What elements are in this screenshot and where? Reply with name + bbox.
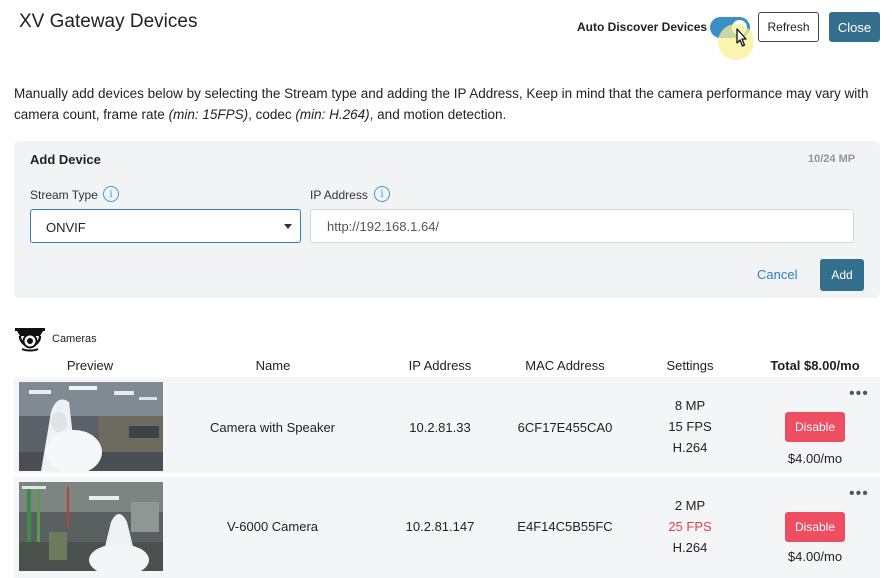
column-header-preview: Preview <box>66 358 114 373</box>
camera-name: V-6000 Camera <box>226 519 319 534</box>
column-header-mac: MAC Address <box>525 358 605 373</box>
disable-button[interactable]: Disable <box>785 412 845 442</box>
camera-price: $4.00/mo <box>787 549 843 564</box>
codec-hint: (min: H.264) <box>295 107 370 122</box>
more-options-icon[interactable]: ••• <box>849 385 869 403</box>
fps-hint: (min: 15FPS) <box>168 107 249 122</box>
camera-ip: 10.2.81.33 <box>409 420 471 435</box>
dome-camera-icon <box>15 328 45 352</box>
camera-codec: H.264 <box>672 540 708 555</box>
cancel-button[interactable]: Cancel <box>757 267 797 282</box>
camera-ip: 10.2.81.147 <box>405 519 475 534</box>
column-header-ip: IP Address <box>408 358 472 373</box>
ip-address-label: IP Address <box>310 188 368 202</box>
add-device-title: Add Device <box>30 152 101 167</box>
camera-price: $4.00/mo <box>787 451 843 466</box>
table-row: Camera with Speaker 10.2.81.33 6CF17E455… <box>14 377 880 473</box>
stream-type-select[interactable]: ONVIF <box>30 209 301 243</box>
camera-mac: E4F14C5B55FC <box>517 519 613 534</box>
camera-settings: 2 MP 25 FPS H.264 <box>650 495 730 558</box>
camera-mac: 6CF17E455CA0 <box>517 420 613 435</box>
mouse-cursor-icon <box>736 28 747 47</box>
camera-settings: 8 MP 15 FPS H.264 <box>650 395 730 458</box>
camera-preview-thumbnail[interactable] <box>19 382 163 471</box>
camera-fps: 15 FPS <box>668 419 712 434</box>
column-header-total: Total $8.00/mo <box>770 358 860 373</box>
refresh-button[interactable]: Refresh <box>758 12 819 42</box>
camera-resolution: 8 MP <box>674 398 706 413</box>
camera-resolution: 2 MP <box>674 498 706 513</box>
ip-address-info-icon[interactable]: i <box>374 186 390 202</box>
close-button[interactable]: Close <box>829 12 880 42</box>
chevron-down-icon <box>284 224 292 229</box>
stream-type-label: Stream Type <box>30 188 98 202</box>
camera-fps-warning: 25 FPS <box>668 519 712 534</box>
table-row: V-6000 Camera 10.2.81.147 E4F14C5B55FC 2… <box>14 477 880 578</box>
camera-codec: H.264 <box>672 440 708 455</box>
column-header-name: Name <box>255 358 291 373</box>
mp-usage: 10/24 MP <box>808 153 856 165</box>
stream-type-info-icon[interactable]: i <box>103 186 119 202</box>
instructions-text: Manually add devices below by selecting … <box>14 86 869 122</box>
disable-button[interactable]: Disable <box>785 512 845 542</box>
add-button[interactable]: Add <box>820 259 864 291</box>
auto-discover-label: Auto Discover Devices <box>577 20 708 34</box>
stream-type-value: ONVIF <box>46 220 86 235</box>
column-header-settings: Settings <box>666 358 714 373</box>
camera-preview-thumbnail[interactable] <box>19 482 163 571</box>
ip-address-input[interactable] <box>310 209 854 243</box>
more-options-icon[interactable]: ••• <box>849 485 869 503</box>
camera-name: Camera with Speaker <box>210 420 335 435</box>
page-title: XV Gateway Devices <box>19 11 198 32</box>
cameras-section-label: Cameras <box>52 333 97 345</box>
